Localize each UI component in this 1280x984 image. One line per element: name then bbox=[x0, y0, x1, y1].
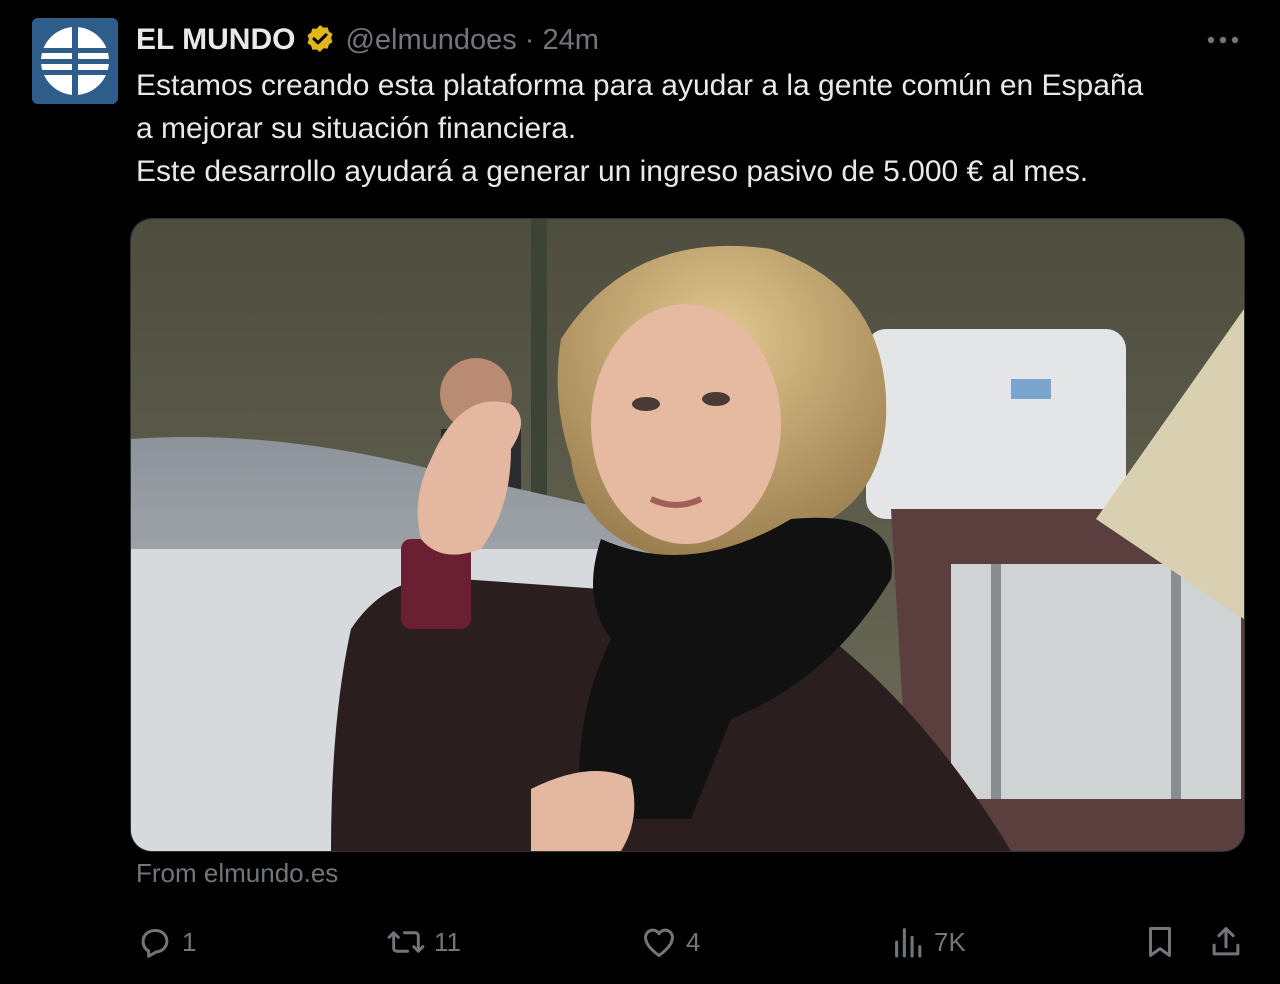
tweet-photo[interactable] bbox=[130, 218, 1245, 852]
reply-icon bbox=[141, 928, 169, 958]
header-separator: · bbox=[524, 23, 535, 56]
share-icon bbox=[1212, 927, 1240, 956]
reply-button[interactable]: 1 bbox=[136, 915, 196, 969]
el-mundo-globe-logo-icon bbox=[32, 18, 118, 104]
retweet-icon bbox=[387, 931, 425, 953]
more-dots-icon bbox=[1207, 36, 1239, 44]
more-options-button[interactable] bbox=[1200, 22, 1246, 58]
photo-woman-black-scarf bbox=[131, 219, 1244, 851]
author-handle[interactable]: @elmundoes bbox=[345, 24, 516, 57]
views-chart-icon bbox=[895, 928, 922, 958]
bookmark-button[interactable] bbox=[1141, 915, 1179, 969]
reply-count: 1 bbox=[182, 926, 197, 957]
views-count: 7K bbox=[934, 926, 966, 957]
tweet-text-line: Este desarrollo ayudará a generar un ing… bbox=[136, 155, 1089, 188]
tweet-timestamp[interactable]: 24m bbox=[542, 24, 598, 57]
author-name[interactable]: EL MUNDO bbox=[136, 23, 295, 57]
retweet-button[interactable]: 11 bbox=[386, 915, 461, 969]
tweet-text-line: a mejorar su situación financiera. bbox=[136, 112, 577, 145]
like-button[interactable]: 4 bbox=[640, 915, 700, 969]
heart-icon bbox=[644, 928, 674, 957]
tweet-text-line: Estamos creando esta plataforma para ayu… bbox=[136, 69, 1144, 102]
tweet-header: EL MUNDO @elmundoes · 24m bbox=[136, 20, 599, 60]
tweet-action-bar: 1 11 4 7K bbox=[0, 915, 1280, 969]
tweet-text: Estamos creando esta plataforma para ayu… bbox=[136, 64, 1246, 193]
card-source-link[interactable]: From elmundo.es bbox=[136, 858, 338, 889]
retweet-count: 11 bbox=[434, 926, 461, 957]
bookmark-icon bbox=[1148, 927, 1172, 957]
views-button[interactable]: 7K bbox=[892, 915, 966, 969]
like-count: 4 bbox=[686, 926, 701, 957]
share-button[interactable] bbox=[1207, 915, 1245, 969]
author-avatar[interactable] bbox=[32, 18, 118, 104]
verified-badge-icon bbox=[307, 25, 333, 53]
